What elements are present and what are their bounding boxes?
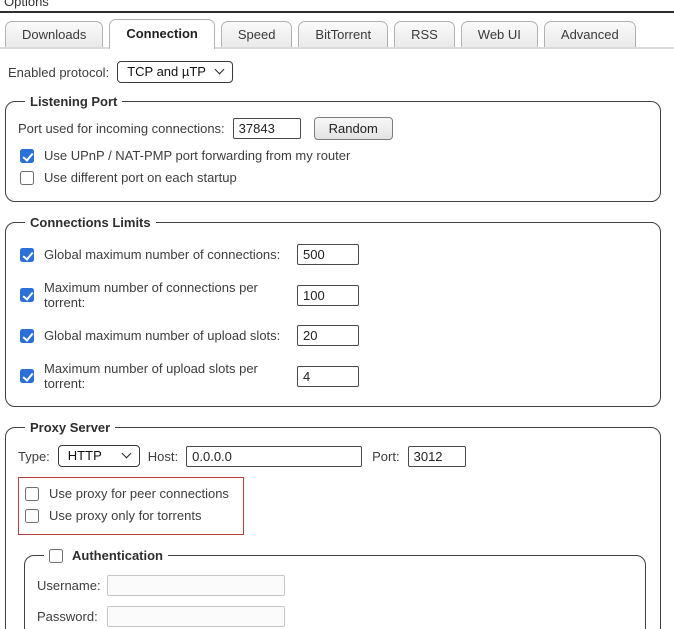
- listening-port-legend-text: Listening Port: [30, 94, 117, 109]
- connections-limits-legend: Connections Limits: [25, 215, 156, 230]
- proxy-peer-connections-checkbox[interactable]: [25, 487, 39, 501]
- enabled-protocol-select[interactable]: TCP and µTP: [117, 61, 233, 83]
- proxy-port-input[interactable]: [408, 446, 466, 467]
- upnp-row: Use UPnP / NAT-PMP port forwarding from …: [20, 148, 646, 163]
- proxy-server-section: Proxy Server Type: HTTP Host: Port: Use …: [5, 420, 661, 629]
- password-row: Password:: [37, 606, 633, 627]
- authentication-checkbox[interactable]: [49, 549, 63, 563]
- tab-downloads[interactable]: Downloads: [5, 21, 103, 47]
- incoming-port-label: Port used for incoming connections:: [18, 121, 225, 136]
- enabled-protocol-row: Enabled protocol: TCP and µTP: [8, 61, 674, 83]
- global-max-connections-label: Global maximum number of connections:: [44, 247, 287, 262]
- different-port-row: Use different port on each startup: [20, 170, 646, 185]
- tab-label: Connection: [126, 26, 198, 41]
- proxy-type-label: Type:: [18, 449, 50, 464]
- tab-webui[interactable]: Web UI: [461, 21, 538, 47]
- tab-label: Downloads: [22, 27, 86, 42]
- max-upload-slots-per-torrent-checkbox[interactable]: [20, 369, 34, 383]
- different-port-checkbox[interactable]: [20, 171, 34, 185]
- password-label: Password:: [37, 609, 99, 624]
- max-upload-slots-per-torrent-row: Maximum number of upload slots per torre…: [20, 361, 646, 391]
- listening-port-legend: Listening Port: [25, 94, 122, 109]
- tab-label: RSS: [411, 27, 438, 42]
- tab-speed[interactable]: Speed: [221, 21, 293, 47]
- max-connections-per-torrent-checkbox[interactable]: [20, 288, 34, 302]
- max-upload-slots-per-torrent-input[interactable]: [297, 366, 359, 387]
- username-row: Username:: [37, 575, 633, 596]
- global-max-upload-slots-label: Global maximum number of upload slots:: [44, 328, 287, 343]
- global-max-connections-input[interactable]: [297, 244, 359, 265]
- tab-connection[interactable]: Connection: [109, 19, 215, 49]
- proxy-peer-connections-row: Use proxy for peer connections: [25, 486, 229, 501]
- max-connections-per-torrent-input[interactable]: [297, 285, 359, 306]
- proxy-port-label: Port:: [372, 449, 399, 464]
- max-connections-per-torrent-label: Maximum number of connections per torren…: [44, 280, 287, 310]
- tab-label: Advanced: [561, 27, 619, 42]
- proxy-options-highlight: Use proxy for peer connections Use proxy…: [18, 477, 244, 535]
- options-window: Options Downloads Connection Speed BitTo…: [0, 0, 674, 629]
- tab-rss[interactable]: RSS: [394, 21, 455, 47]
- global-max-connections-checkbox[interactable]: [20, 248, 34, 262]
- tab-label: Web UI: [478, 27, 521, 42]
- tab-label: Speed: [238, 27, 276, 42]
- proxy-server-legend: Proxy Server: [25, 420, 115, 435]
- upnp-label: Use UPnP / NAT-PMP port forwarding from …: [44, 148, 350, 163]
- tab-label: BitTorrent: [315, 27, 371, 42]
- incoming-port-row: Port used for incoming connections: Rand…: [18, 117, 648, 140]
- different-port-label: Use different port on each startup: [44, 170, 237, 185]
- enabled-protocol-label: Enabled protocol:: [8, 65, 109, 80]
- authentication-legend-text: Authentication: [72, 548, 163, 563]
- incoming-port-input[interactable]: [233, 118, 301, 139]
- connection-tab-panel: Enabled protocol: TCP and µTP Listening …: [0, 61, 674, 629]
- tab-bar: Downloads Connection Speed BitTorrent RS…: [0, 13, 674, 49]
- max-upload-slots-per-torrent-label: Maximum number of upload slots per torre…: [44, 361, 287, 391]
- global-max-upload-slots-row: Global maximum number of upload slots:: [20, 325, 646, 346]
- enabled-protocol-value: TCP and µTP: [127, 64, 206, 79]
- proxy-only-torrents-checkbox[interactable]: [25, 509, 39, 523]
- tab-advanced[interactable]: Advanced: [544, 21, 636, 47]
- proxy-host-input[interactable]: [186, 446, 362, 467]
- username-label: Username:: [37, 578, 99, 593]
- global-max-upload-slots-input[interactable]: [297, 325, 359, 346]
- proxy-type-value: HTTP: [68, 448, 102, 463]
- proxy-settings-row: Type: HTTP Host: Port:: [18, 445, 648, 467]
- global-max-upload-slots-checkbox[interactable]: [20, 329, 34, 343]
- global-max-connections-row: Global maximum number of connections:: [20, 244, 646, 265]
- max-connections-per-torrent-row: Maximum number of connections per torren…: [20, 280, 646, 310]
- random-port-button[interactable]: Random: [314, 117, 393, 140]
- password-input: [107, 606, 285, 627]
- listening-port-section: Listening Port Port used for incoming co…: [5, 94, 661, 202]
- tab-bittorrent[interactable]: BitTorrent: [298, 21, 388, 47]
- connections-limits-legend-text: Connections Limits: [30, 215, 151, 230]
- proxy-host-label: Host:: [148, 449, 178, 464]
- authentication-section: Authentication Username: Password: Info:…: [24, 548, 646, 629]
- connections-limits-section: Connections Limits Global maximum number…: [5, 215, 661, 407]
- proxy-only-torrents-row: Use proxy only for torrents: [25, 508, 229, 523]
- proxy-type-select[interactable]: HTTP: [58, 445, 140, 467]
- proxy-server-legend-text: Proxy Server: [30, 420, 110, 435]
- username-input: [107, 575, 285, 596]
- window-title-bar: Options: [0, 0, 674, 13]
- upnp-checkbox[interactable]: [20, 149, 34, 163]
- proxy-peer-connections-label: Use proxy for peer connections: [49, 486, 229, 501]
- window-title: Options: [4, 0, 49, 9]
- authentication-legend: Authentication: [44, 548, 168, 563]
- chevron-down-icon: [215, 65, 225, 75]
- proxy-only-torrents-label: Use proxy only for torrents: [49, 508, 201, 523]
- chevron-down-icon: [121, 449, 131, 459]
